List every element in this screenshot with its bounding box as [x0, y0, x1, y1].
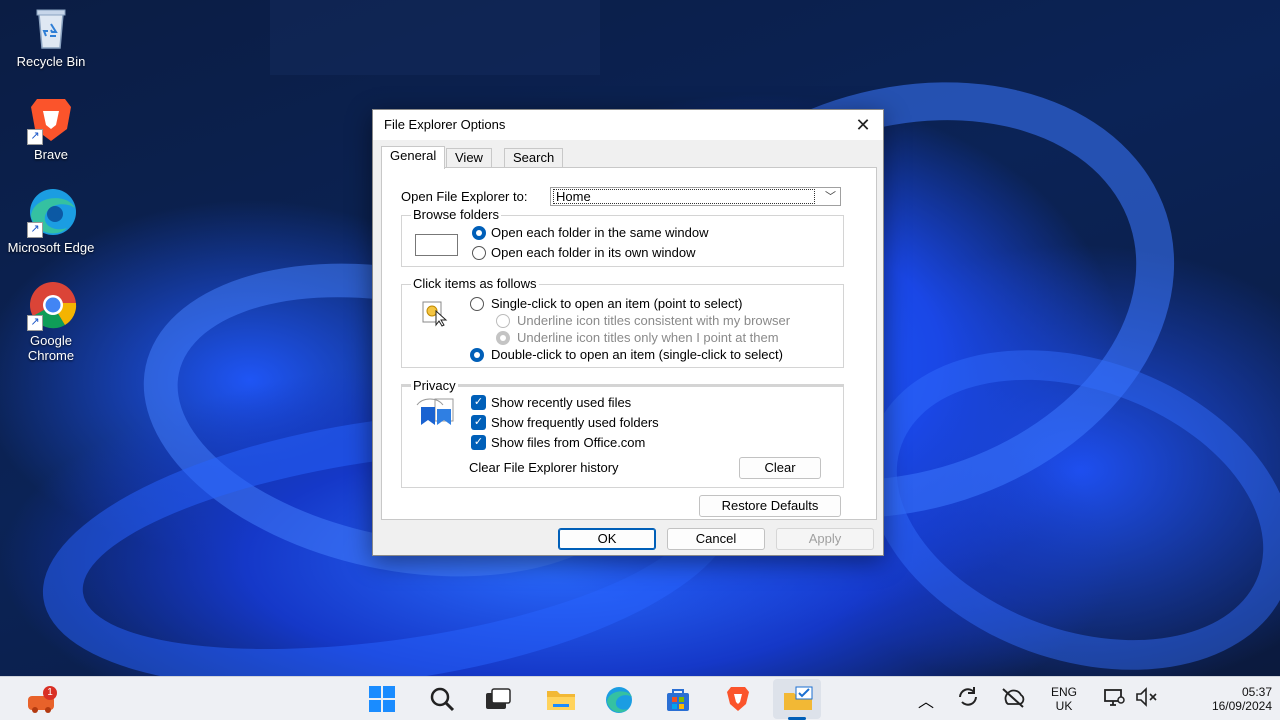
radio-underline-point-label[interactable]: Underline icon titles only when I point … [517, 330, 779, 345]
privacy-title: Privacy [411, 378, 458, 393]
dialog-title: File Explorer Options [384, 117, 506, 132]
checkbox-recent-files-label[interactable]: Show recently used files [491, 395, 631, 410]
language-line1: ENG [1050, 685, 1077, 699]
clock-date: 16/09/2024 [1211, 699, 1272, 713]
chrome-icon: ↗ [23, 281, 79, 331]
radio-same-window-label[interactable]: Open each folder in the same window [491, 225, 709, 240]
tab-general[interactable]: General [381, 146, 446, 169]
radio-single-click-label[interactable]: Single-click to open an item (point to s… [491, 296, 742, 311]
radio-same-window[interactable] [472, 226, 486, 240]
radio-single-click[interactable] [470, 297, 484, 311]
clear-history-label: Clear File Explorer history [469, 460, 619, 475]
recycle-bin-icon [27, 4, 75, 52]
search-icon[interactable] [428, 685, 456, 713]
radio-own-window-label[interactable]: Open each folder in its own window [491, 245, 696, 260]
notification-app-icon[interactable]: 1 [26, 686, 57, 714]
clock[interactable]: 05:37 16/09/2024 [1176, 685, 1272, 713]
desktop-icon-label: Recycle Bin [16, 54, 86, 69]
chevron-down-icon: ﹀ [825, 191, 836, 203]
desktop-icon-edge[interactable]: ↗ Microsoft Edge [6, 186, 96, 255]
radio-own-window[interactable] [472, 246, 486, 260]
desktop-icon-recycle-bin[interactable]: Recycle Bin [6, 4, 96, 69]
cancel-button[interactable]: Cancel [667, 528, 765, 550]
radio-double-click-label[interactable]: Double-click to open an item (single-cli… [491, 347, 783, 362]
language-indicator[interactable]: ENG UK [1044, 685, 1084, 713]
chevron-up-icon[interactable]: ︿ [916, 688, 936, 711]
click-items-group: Click items as follows Single-click to o… [401, 276, 844, 368]
store-icon[interactable] [664, 685, 692, 713]
notification-badge: 1 [47, 687, 53, 698]
file-explorer-options-dialog: File Explorer Options ✕ General View Sea… [372, 109, 884, 556]
dialog-titlebar[interactable]: File Explorer Options ✕ [373, 110, 883, 140]
desktop-icon-label: Google Chrome [27, 333, 75, 363]
checkbox-frequent-folders[interactable]: ✓ [471, 415, 486, 430]
edge-icon: ↗ [23, 186, 79, 238]
radio-underline-browser-label[interactable]: Underline icon titles consistent with my… [517, 313, 790, 328]
radio-underline-point[interactable] [496, 331, 510, 345]
window-preview-icon [415, 234, 458, 256]
brave-taskbar-icon[interactable] [724, 685, 752, 713]
task-view-icon[interactable] [484, 685, 512, 713]
edge-taskbar-icon[interactable] [604, 685, 632, 713]
desktop-icon-brave[interactable]: ↗ Brave [6, 95, 96, 162]
start-icon[interactable] [368, 685, 396, 713]
network-off-icon[interactable] [1000, 685, 1026, 713]
volume-muted-icon[interactable] [1134, 685, 1160, 713]
shortcut-arrow-icon: ↗ [27, 315, 43, 331]
privacy-icon [415, 395, 457, 427]
radio-double-click[interactable] [470, 348, 484, 362]
checkbox-office-files-label[interactable]: Show files from Office.com [491, 435, 645, 450]
browse-folders-group: Browse folders Open each folder in the s… [401, 207, 844, 267]
radio-underline-browser[interactable] [496, 314, 510, 328]
taskbar: 1 ︿ ENG UK 05:37 16/09/2024 [0, 676, 1280, 720]
privacy-group: Privacy ✓ Show recently used files ✓ Sho… [401, 378, 844, 488]
brave-icon: ↗ [23, 95, 79, 145]
tab-view[interactable]: View [446, 148, 492, 168]
browse-folders-title: Browse folders [411, 207, 501, 222]
sync-icon[interactable] [956, 685, 980, 713]
ok-button[interactable]: OK [558, 528, 656, 550]
clear-button[interactable]: Clear [739, 457, 821, 479]
checkbox-office-files[interactable]: ✓ [471, 435, 486, 450]
open-to-label: Open File Explorer to: [401, 189, 528, 204]
desktop-icon-chrome[interactable]: ↗ Google Chrome [6, 281, 96, 363]
click-items-title: Click items as follows [411, 276, 539, 291]
display-icon[interactable] [1102, 685, 1126, 713]
desktop-icon-label: Microsoft Edge [7, 240, 95, 255]
general-tab-panel: Open File Explorer to: Home ﹀ Browse fol… [381, 167, 877, 520]
shortcut-arrow-icon: ↗ [27, 222, 43, 238]
desktop-icon-label: Brave [34, 147, 68, 162]
pointer-icon [422, 299, 448, 327]
file-explorer-icon[interactable] [545, 685, 575, 713]
checkbox-recent-files[interactable]: ✓ [471, 395, 486, 410]
close-icon[interactable]: ✕ [851, 113, 875, 137]
language-line2: UK [1055, 699, 1073, 713]
open-to-value: Home [553, 189, 815, 204]
clock-time: 05:37 [1241, 685, 1272, 699]
checkbox-frequent-folders-label[interactable]: Show frequently used folders [491, 415, 659, 430]
shortcut-arrow-icon: ↗ [27, 129, 43, 145]
open-to-dropdown[interactable]: Home ﹀ [550, 187, 841, 206]
tab-search[interactable]: Search [504, 148, 564, 168]
apply-button[interactable]: Apply [776, 528, 874, 550]
folder-options-taskbar-icon[interactable] [782, 685, 813, 713]
restore-defaults-button[interactable]: Restore Defaults [699, 495, 841, 517]
